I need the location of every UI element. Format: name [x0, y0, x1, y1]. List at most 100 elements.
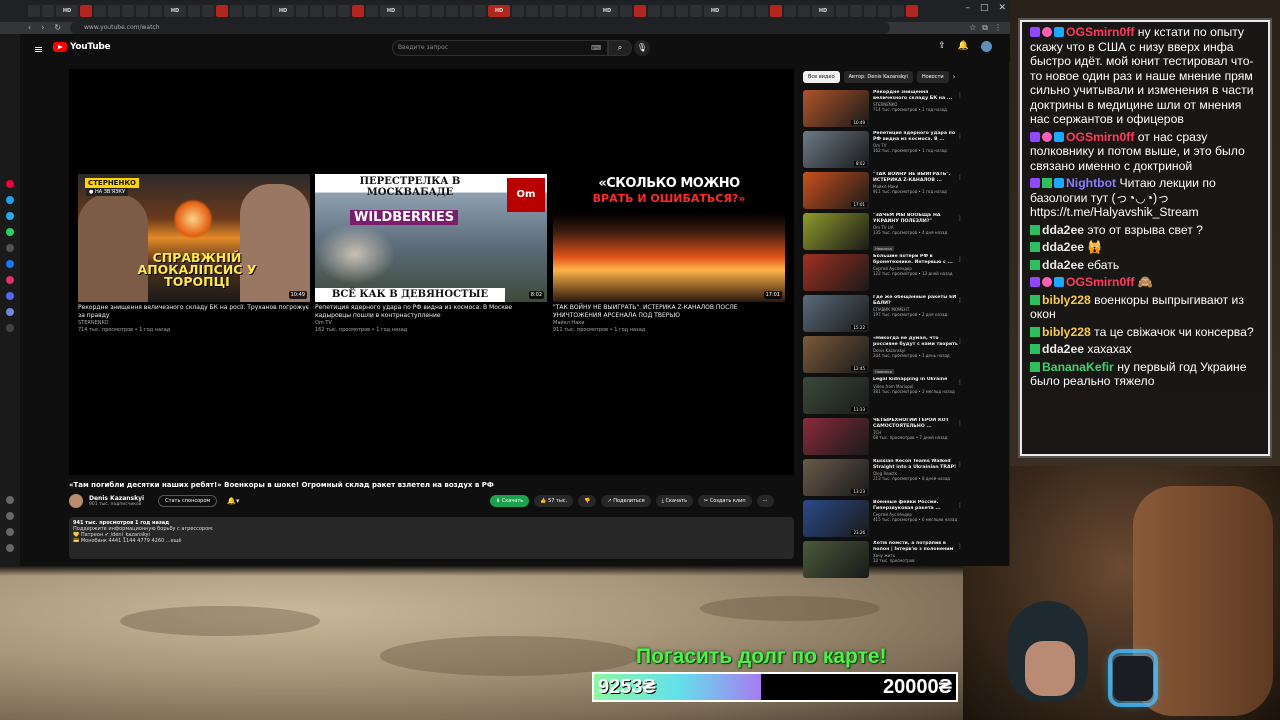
browser-tab[interactable] [620, 5, 632, 17]
rec-thumbnail[interactable] [803, 418, 869, 455]
browser-tab[interactable] [80, 5, 92, 17]
rec-thumbnail[interactable]: 12:45 [803, 336, 869, 373]
list-item[interactable]: 12:45 «Никогда не думал, что россияне буд… [803, 336, 963, 377]
chip-all[interactable]: Все видео [803, 71, 840, 83]
avatar[interactable] [981, 41, 992, 52]
more-icon[interactable]: ⋮ [957, 133, 963, 140]
browser-tab[interactable] [122, 5, 134, 17]
back-icon[interactable]: ‹ [28, 23, 31, 32]
bell-icon[interactable]: 🔔 [958, 41, 969, 52]
chat-username[interactable]: bibly228 [1042, 325, 1091, 339]
browser-tab[interactable] [418, 5, 430, 17]
list-item[interactable]: 23:26 Военные фейки России. Гиперзвуковая… [803, 500, 963, 541]
browser-tab[interactable] [42, 5, 54, 17]
rec-thumbnail[interactable]: 10:49 [803, 90, 869, 127]
keyboard-icon[interactable]: ⌨ [591, 44, 601, 52]
browser-tab[interactable] [836, 5, 848, 17]
list-item[interactable]: 10:49 Рекордне знищення величезного склад… [803, 90, 963, 131]
rec-thumbnail[interactable]: 13:23 [803, 459, 869, 496]
rec-title[interactable]: Russian Recon Teams Walked Straight into… [873, 459, 959, 470]
endcard-title[interactable]: Рекордне знищення величезного складу БК … [78, 304, 310, 319]
rec-title[interactable]: «Никогда не думал, что россияне будут с … [873, 336, 959, 347]
close-icon[interactable]: ✕ [998, 3, 1006, 13]
browser-tab[interactable] [728, 5, 740, 17]
chip-author[interactable]: Автор: Denis Kazanskyi [843, 71, 913, 83]
more-icon[interactable]: ⋮ [957, 461, 963, 468]
browser-tab[interactable] [432, 5, 444, 17]
endcard-3[interactable]: «СКОЛЬКО МОЖНО ВРАТЬ И ОШИБАТЬСЯ?» 17:01… [553, 174, 785, 333]
browser-tab[interactable] [366, 5, 378, 17]
menu-dots-icon[interactable]: ⋮ [994, 23, 1002, 33]
more-icon[interactable]: ⋮ [957, 338, 963, 345]
list-item[interactable]: 8:02 Репетиция ядерного удара по РФ видна… [803, 131, 963, 172]
chat-username[interactable]: Nightbot [1066, 176, 1116, 190]
browser-tab[interactable] [338, 5, 350, 17]
like-button[interactable]: 👍 57 тыс. [534, 495, 574, 507]
more-icon[interactable]: ⋮ [957, 420, 963, 427]
reload-icon[interactable]: ↻ [54, 23, 61, 32]
rec-title[interactable]: Большие потери РФ в бронетехнике. Интерв… [873, 254, 959, 265]
browser-tab[interactable] [474, 5, 486, 17]
browser-tab[interactable] [188, 5, 200, 17]
list-item[interactable]: ЧЕТЫРЕХНОГИЙ ГЕРОЙ КОТ САМОСТОЯТЕЛЬНО ..… [803, 418, 963, 459]
star-icon[interactable]: ☆ [969, 23, 976, 33]
clip-button[interactable]: ✂ Создать клип [697, 495, 752, 507]
browser-tab[interactable] [648, 5, 660, 17]
list-item[interactable]: "ЗАЧЕМ МЫ ВООБЩЕ НА УКРАИНУ ПОЛЕЗЛИ?" Om … [803, 213, 963, 254]
voice-search-button[interactable]: 🎙 [634, 40, 650, 56]
chat-username[interactable]: OGSmirn0ff [1066, 25, 1134, 39]
more-icon[interactable]: ⋮ [957, 502, 963, 509]
rec-thumbnail[interactable] [803, 541, 869, 578]
share-button[interactable]: ↗ Поделиться [601, 495, 651, 507]
rec-title[interactable]: Legal kidnapping in Ukraine [873, 377, 959, 383]
browser-tab[interactable] [892, 5, 904, 17]
browser-tab[interactable] [404, 5, 416, 17]
dislike-button[interactable]: 👎 [578, 495, 597, 507]
menu-icon[interactable]: ≡ [34, 43, 43, 56]
endcard-thumbnail[interactable]: ПЕРЕСТРЕЛКА В МОСКВАБАДЕ Om WILDBERRIES … [315, 174, 547, 302]
browser-tab[interactable] [446, 5, 458, 17]
forward-icon[interactable]: › [41, 23, 44, 32]
browser-tab[interactable] [690, 5, 702, 17]
rec-title[interactable]: Рекордне знищення величезного складу БК … [873, 90, 959, 101]
chevron-right-icon[interactable]: › [953, 71, 956, 83]
browser-tab[interactable]: HD [596, 5, 618, 17]
browser-tab[interactable] [94, 5, 106, 17]
browser-tab[interactable] [742, 5, 754, 17]
browser-tab[interactable] [324, 5, 336, 17]
puzzle-icon[interactable]: ⧉ [982, 23, 988, 33]
chat-username[interactable]: dda2ee [1042, 342, 1084, 356]
download-button[interactable]: ⤓ Скачать [655, 495, 693, 507]
browser-tab[interactable] [864, 5, 876, 17]
chat-username[interactable]: dda2ee [1042, 258, 1084, 272]
chat-username[interactable]: dda2ee [1042, 223, 1084, 237]
browser-tab[interactable] [244, 5, 256, 17]
minimize-icon[interactable]: – [965, 3, 970, 13]
download-premium-button[interactable]: ⬇ Скачать [490, 495, 530, 507]
browser-tab[interactable] [512, 5, 524, 17]
more-icon[interactable]: ⋮ [957, 543, 963, 550]
browser-tab[interactable] [136, 5, 148, 17]
search-button[interactable]: ⌕ [608, 40, 632, 56]
endcard-title[interactable]: Репетиция ядерного удара по РФ видна из … [315, 304, 547, 319]
browser-tab[interactable] [582, 5, 594, 17]
browser-tab[interactable] [770, 5, 782, 17]
upload-icon[interactable]: ⇪ [938, 41, 946, 52]
more-icon[interactable]: ⋮ [957, 256, 963, 263]
browser-tab[interactable]: HD [380, 5, 402, 17]
rec-title[interactable]: Репетиция ядерного удара по РФ видна из … [873, 131, 959, 142]
list-item[interactable]: 17:01 "ТАК ВОЙНУ НЕ ВЫИГРАТЬ". ИСТЕРИКА Z… [803, 172, 963, 213]
rec-thumbnail[interactable] [803, 254, 869, 291]
browser-tab[interactable] [540, 5, 552, 17]
subscribe-bell-icon[interactable]: 🔔▾ [227, 497, 239, 505]
rec-title[interactable]: ЧЕТЫРЕХНОГИЙ ГЕРОЙ КОТ САМОСТОЯТЕЛЬНО ..… [873, 418, 959, 429]
more-icon[interactable]: ⋮ [957, 297, 963, 304]
browser-tab[interactable] [906, 5, 918, 17]
browser-tab[interactable] [634, 5, 646, 17]
browser-tab[interactable] [258, 5, 270, 17]
list-item[interactable]: 15:22 Где же обещанные ракеты ЕЙ БАЛИ? СЛА… [803, 295, 963, 336]
chat-username[interactable]: OGSmirn0ff [1066, 275, 1134, 289]
browser-tab[interactable] [230, 5, 242, 17]
browser-tab[interactable] [554, 5, 566, 17]
rec-title[interactable]: Где же обещанные ракеты ЕЙ БАЛИ? [873, 295, 959, 306]
